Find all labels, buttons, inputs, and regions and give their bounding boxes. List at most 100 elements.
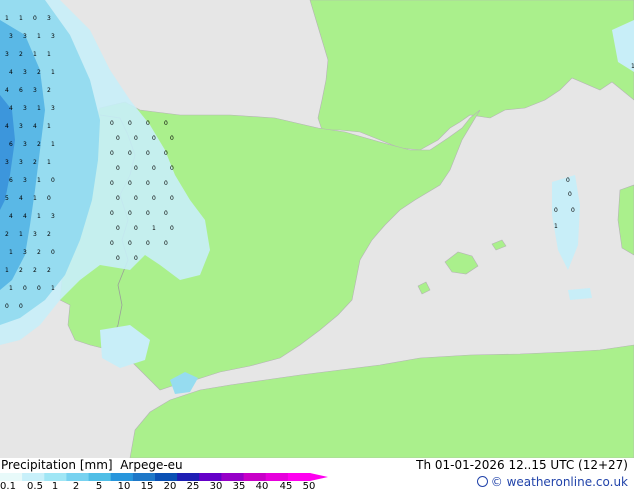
- precip-value: 5: [5, 195, 9, 202]
- scale-label: 45: [279, 481, 293, 492]
- precip-value: 0: [146, 240, 150, 247]
- precip-value: 0: [110, 180, 114, 187]
- precip-value: 1: [47, 51, 51, 58]
- precip-value: 4: [9, 105, 13, 112]
- scale-swatch: [88, 473, 112, 481]
- precip-value: 1: [152, 225, 156, 232]
- precip-value: 3: [5, 51, 9, 58]
- scale-label: 20: [163, 481, 177, 492]
- precip-value: 3: [33, 87, 37, 94]
- precip-value: 0: [170, 225, 174, 232]
- precip-value: 0: [146, 120, 150, 127]
- precip-value: 0: [146, 180, 150, 187]
- precip-value: 0: [128, 240, 132, 247]
- precip-value: 2: [33, 267, 37, 274]
- precip-value: 0: [5, 303, 9, 310]
- map-footer: Precipitation [mm] Arpege-eu Th 01-01-20…: [0, 458, 634, 492]
- scale-label: 2: [72, 481, 80, 492]
- precip-value: 2: [37, 249, 41, 256]
- precip-value: 0: [146, 210, 150, 217]
- precip-value: 1: [37, 105, 41, 112]
- scale-swatch: [221, 473, 244, 481]
- credit-link[interactable]: © weatheronline.co.uk: [476, 475, 628, 489]
- scale-swatch: [0, 473, 23, 481]
- precip-value: 1: [5, 15, 9, 22]
- scale-swatch: [132, 473, 156, 481]
- precip-value: 1: [37, 177, 41, 184]
- precip-value: 3: [23, 33, 27, 40]
- precip-value: 0: [170, 165, 174, 172]
- precip-value: 3: [19, 123, 23, 130]
- precip-value: 3: [23, 177, 27, 184]
- precip-value: 3: [23, 69, 27, 76]
- scale-swatch: [22, 473, 45, 481]
- precip-value: 0: [152, 165, 156, 172]
- precip-value: 3: [5, 159, 9, 166]
- precip-value: 2: [5, 231, 9, 238]
- parameter-label: Precipitation [mm]: [1, 458, 113, 472]
- precip-value: 0: [51, 177, 55, 184]
- precip-value: 2: [19, 267, 23, 274]
- precip-value: 0: [164, 210, 168, 217]
- precip-value: 1: [9, 285, 13, 292]
- precip-value: 0: [164, 150, 168, 157]
- scale-swatch: [66, 473, 89, 481]
- scale-swatch: [199, 473, 222, 481]
- precip-value: 0: [152, 135, 156, 142]
- precip-value: 1: [37, 213, 41, 220]
- precip-value: 0: [134, 225, 138, 232]
- precip-value: 3: [23, 141, 27, 148]
- precip-value: 3: [51, 213, 55, 220]
- scale-swatch: [287, 473, 311, 481]
- precip-value: 2: [37, 141, 41, 148]
- precip-value: 1: [554, 223, 558, 230]
- precip-value: 0: [152, 195, 156, 202]
- precip-value: 2: [47, 267, 51, 274]
- precip-value: 0: [128, 180, 132, 187]
- precip-value: 3: [23, 249, 27, 256]
- precip-value: 2: [47, 87, 51, 94]
- scale-swatch: [110, 473, 134, 481]
- precip-value: 1: [9, 249, 13, 256]
- forecast-time: Th 01-01-2026 12..15 UTC (12+27): [416, 458, 628, 472]
- scale-label: 0.1: [0, 481, 16, 492]
- precip-value: 0: [128, 210, 132, 217]
- precip-value: 0: [568, 191, 572, 198]
- precip-value: 4: [5, 87, 9, 94]
- scale-swatch: [265, 473, 289, 481]
- precip-value: 1: [47, 159, 51, 166]
- scale-label: 5: [95, 481, 103, 492]
- precip-value: 0: [116, 165, 120, 172]
- precip-value: 2: [33, 159, 37, 166]
- precip-value: 0: [128, 150, 132, 157]
- precip-value: 1: [33, 51, 37, 58]
- precip-value: 0: [146, 150, 150, 157]
- precipitation-map: 1 1 0 3 3 3 1 3 3 2 1 1 4 3 2 1 4 6 3 2 4 3 1 3 4 3 4 1 6 3 2 1 3 3 2 1 6 3 1 0…: [0, 0, 634, 458]
- precip-value: 2: [37, 69, 41, 76]
- credit-text: © weatheronline.co.uk: [490, 475, 628, 489]
- scale-swatch: [177, 473, 200, 481]
- precip-value: 1: [51, 69, 55, 76]
- scale-arrow: [310, 473, 328, 481]
- precip-value: 4: [9, 69, 13, 76]
- precip-value: 0: [19, 303, 23, 310]
- precip-value: 0: [116, 195, 120, 202]
- precip-value: 0: [164, 240, 168, 247]
- precip-value: 3: [33, 231, 37, 238]
- precip-value: 1: [19, 15, 23, 22]
- precip-value: 0: [47, 195, 51, 202]
- precip-value: 0: [566, 177, 570, 184]
- precip-value: 0: [134, 255, 138, 262]
- precip-value: 0: [23, 285, 27, 292]
- precip-value: 0: [134, 195, 138, 202]
- precip-value: 0: [134, 135, 138, 142]
- scale-swatch: [155, 473, 178, 481]
- precip-value: 4: [33, 123, 37, 130]
- scale-label: 40: [255, 481, 269, 492]
- precip-value: 6: [19, 87, 23, 94]
- precip-value: 0: [554, 207, 558, 214]
- precip-value: 0: [33, 15, 37, 22]
- precip-value: 1: [47, 123, 51, 130]
- precip-value: 1: [37, 33, 41, 40]
- globe-icon: [476, 476, 488, 487]
